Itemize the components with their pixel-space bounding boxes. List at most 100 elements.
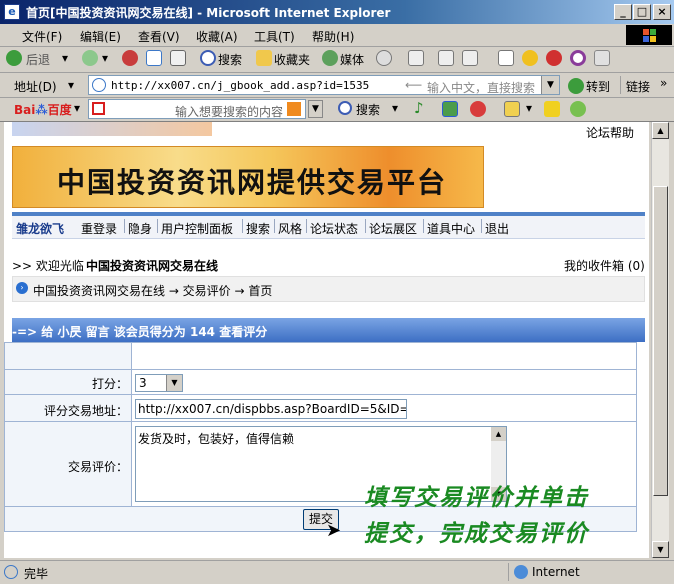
baidu-input-icon	[92, 102, 105, 115]
trade-url-input[interactable]: http://xx007.cn/dispbbs.asp?BoardID=5&ID…	[135, 399, 407, 419]
inbox-link[interactable]: 我的收件箱 (0)	[564, 257, 645, 274]
favorites-button[interactable]: 收藏夹	[274, 51, 310, 68]
maximize-button[interactable]: □	[633, 4, 651, 20]
scroll-down-icon[interactable]: ▼	[652, 541, 669, 558]
baidu-toolbar: Bai⁂百度 ▾ 输入想要搜索的内容 ▼ 搜索 ▾ ♪ ▾	[0, 97, 674, 122]
search-icon[interactable]	[200, 50, 216, 66]
image-icon[interactable]	[442, 101, 458, 117]
status-text: 完毕	[24, 567, 49, 581]
banner: 中国投资资讯网提供交易平台	[12, 146, 484, 208]
review-value: 发货及时，包装好，值得信赖	[138, 432, 295, 446]
baidu-search-icon[interactable]	[338, 101, 352, 115]
address-dropdown-icon[interactable]: ▼	[541, 76, 559, 94]
rss-icon[interactable]	[287, 102, 301, 116]
media-icon[interactable]	[322, 50, 338, 66]
welcome-site-link[interactable]: 中国投资资讯网交易在线	[86, 257, 218, 274]
instruction-line-1: 填写交易评价并单击	[364, 484, 589, 511]
links-button[interactable]: 链接	[626, 78, 650, 95]
nav-forum-status[interactable]: 论坛状态	[310, 220, 358, 237]
mail-icon[interactable]	[408, 50, 424, 66]
history-icon[interactable]	[376, 50, 392, 66]
back-button[interactable]: 后退	[26, 51, 50, 68]
search-button[interactable]: 搜索	[218, 51, 242, 68]
address-bar: 地址(D) ▾ http://xx007.cn/j_gbook_add.asp?…	[0, 73, 674, 98]
nav-divider	[242, 219, 243, 233]
address-input[interactable]: http://xx007.cn/j_gbook_add.asp?id=1535 …	[88, 75, 560, 95]
nav-divider	[157, 219, 158, 233]
edit-icon[interactable]	[462, 50, 478, 66]
discuss-icon[interactable]	[498, 50, 514, 66]
baidu-dropdown-icon[interactable]: ▼	[308, 100, 323, 118]
scroll-thumb[interactable]	[653, 186, 668, 496]
home-icon[interactable]	[170, 50, 186, 66]
refresh-icon[interactable]	[146, 50, 162, 66]
score-label: 打分：	[91, 377, 128, 391]
tool-icon[interactable]	[594, 50, 610, 66]
score-value: 3	[139, 376, 147, 390]
divider	[508, 563, 509, 581]
menu-edit[interactable]: 编辑(E)	[80, 28, 121, 45]
translate-icon[interactable]	[504, 101, 520, 117]
baidu-search-input[interactable]: 输入想要搜索的内容	[88, 99, 306, 119]
nav-relogin[interactable]: 重登录	[81, 220, 117, 237]
back-dropdown-icon[interactable]: ▾	[62, 51, 68, 65]
divider	[620, 76, 621, 94]
chevron-down-icon[interactable]: ▼	[166, 375, 182, 391]
nav-control-panel[interactable]: 用户控制面板	[161, 220, 233, 237]
menu-tools[interactable]: 工具(T)	[254, 28, 295, 45]
baidu-logo-text: 百度	[47, 103, 72, 117]
stop-icon[interactable]	[122, 50, 138, 66]
baidu-search-dropdown-icon[interactable]: ▾	[392, 101, 398, 115]
baidu-menu-icon[interactable]: ▾	[74, 101, 80, 115]
nav-username[interactable]: 雏龙欲飞	[16, 220, 64, 237]
baidu-logo[interactable]: Bai⁂百度	[14, 101, 72, 118]
forum-help-link[interactable]: 论坛帮助	[586, 124, 634, 141]
go-button[interactable]: 转到	[586, 78, 610, 95]
ring-icon[interactable]	[570, 50, 586, 66]
baidu-paw-icon[interactable]	[470, 101, 486, 117]
highlight-icon[interactable]	[544, 101, 560, 117]
stars-icon[interactable]	[570, 101, 586, 117]
form-row-score: 打分： 3 ▼	[4, 369, 637, 395]
nav-divider	[306, 219, 307, 233]
instruction-line-2: 提交，完成交易评价	[364, 520, 589, 547]
forward-icon[interactable]	[82, 50, 98, 66]
go-icon[interactable]	[568, 78, 584, 94]
nav-search[interactable]: 搜索	[246, 220, 270, 237]
nav-invisible[interactable]: 隐身	[128, 220, 152, 237]
baidu-search-button[interactable]: 搜索	[356, 101, 380, 118]
research-icon[interactable]	[546, 50, 562, 66]
banner-text: 中国投资资讯网提供交易平台	[57, 166, 448, 199]
menu-view[interactable]: 查看(V)	[138, 28, 180, 45]
print-icon[interactable]	[438, 50, 454, 66]
address-hint: 输入中文，直接搜索	[427, 81, 536, 95]
page-scrollbar[interactable]: ▲ ▼	[651, 122, 669, 558]
messenger-icon[interactable]	[522, 50, 538, 66]
score-select[interactable]: 3 ▼	[135, 374, 183, 392]
breadcrumb: › 中国投资资讯网交易在线 → 交易评价 → 首页	[12, 276, 645, 302]
translate-dropdown-icon[interactable]: ▾	[526, 101, 532, 115]
scroll-up-icon[interactable]: ▲	[491, 427, 506, 441]
nav-logout[interactable]: 退出	[485, 220, 509, 237]
menu-favorites[interactable]: 收藏(A)	[196, 28, 238, 45]
favorites-icon[interactable]	[256, 50, 272, 66]
review-label: 交易评价：	[67, 460, 128, 474]
menu-file[interactable]: 文件(F)	[22, 28, 62, 45]
form-header-text: -=> 给 小昃 留言 该会员得分为 144 查看评分	[12, 325, 268, 339]
menu-help[interactable]: 帮助(H)	[312, 28, 354, 45]
nav-forum-showcase[interactable]: 论坛展区	[369, 220, 417, 237]
trade-url-label: 评分交易地址：	[43, 404, 128, 418]
close-button[interactable]: ×	[653, 4, 671, 20]
nav-style[interactable]: 风格	[278, 220, 302, 237]
music-icon[interactable]: ♪	[414, 99, 424, 117]
back-icon[interactable]	[6, 50, 22, 66]
media-button[interactable]: 媒体	[340, 51, 364, 68]
breadcrumb-text[interactable]: 中国投资资讯网交易在线 → 交易评价 → 首页	[33, 282, 272, 299]
forward-dropdown-icon[interactable]: ▾	[102, 51, 108, 65]
toolbar: 后退 ▾ ▾ 搜索 收藏夹 媒体	[0, 47, 674, 73]
nav-item-center[interactable]: 道具中心	[427, 220, 475, 237]
scroll-up-icon[interactable]: ▲	[652, 122, 669, 139]
address-label-dropdown-icon[interactable]: ▾	[68, 78, 74, 92]
links-more-icon[interactable]: »	[660, 76, 667, 90]
minimize-button[interactable]: _	[614, 4, 632, 20]
